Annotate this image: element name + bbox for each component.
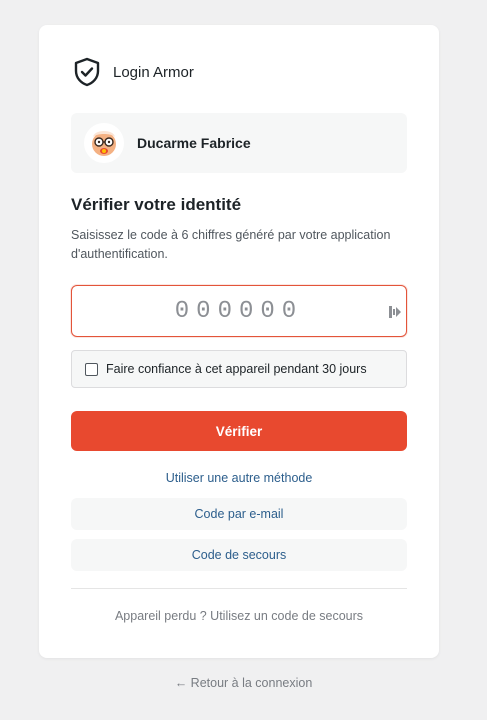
page-title: Vérifier votre identité [71, 195, 242, 214]
other-method-link[interactable]: Utiliser une autre méthode [71, 471, 407, 485]
user-name: Ducarme Fabrice [137, 135, 251, 151]
login-card: Login Armor Ducarme Fabrice Vérifier vot… [39, 25, 439, 658]
lost-device-link[interactable]: Appareil perdu ? Utilisez un code de sec… [71, 609, 407, 623]
shield-check-icon [74, 57, 100, 87]
email-code-button[interactable]: Code par e-mail [71, 498, 407, 530]
password-manager-icon[interactable] [388, 304, 402, 320]
user-box: Ducarme Fabrice [71, 113, 407, 173]
back-to-login-link[interactable]: ← Retour à la connexion [0, 676, 487, 690]
code-field[interactable] [71, 285, 407, 337]
trust-device-option[interactable]: Faire confiance à cet appareil pendant 3… [71, 350, 407, 388]
brand-header: Login Armor [73, 57, 194, 87]
divider [71, 588, 407, 589]
trust-device-label: Faire confiance à cet appareil pendant 3… [106, 362, 367, 376]
avatar-cartoon-icon [84, 123, 124, 163]
trust-device-checkbox[interactable] [85, 362, 98, 376]
brand-name: Login Armor [113, 63, 194, 81]
verify-button[interactable]: Vérifier [71, 411, 407, 451]
instructions-text: Saisissez le code à 6 chiffres généré pa… [71, 228, 391, 261]
avatar [84, 123, 124, 163]
backup-code-button[interactable]: Code de secours [71, 539, 407, 571]
code-input[interactable] [72, 286, 406, 336]
